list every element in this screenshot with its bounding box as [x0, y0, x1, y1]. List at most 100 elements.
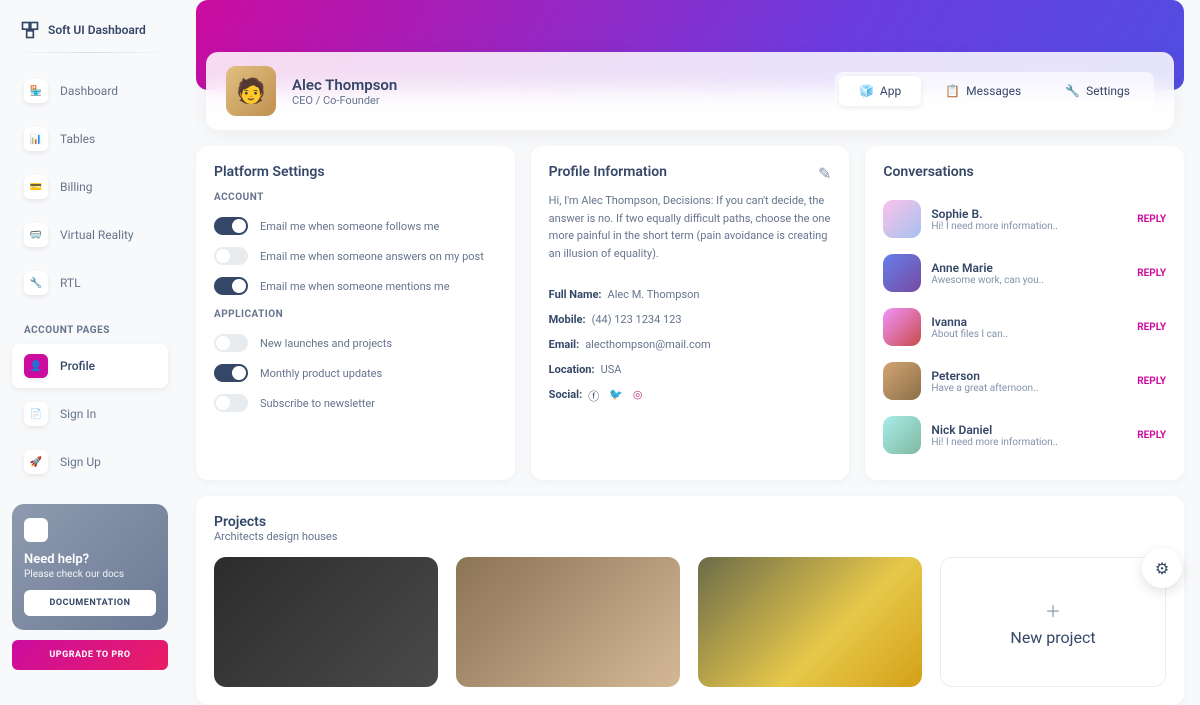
nav-label: Sign In [60, 407, 96, 421]
tab-label: Messages [966, 84, 1021, 98]
tab-settings[interactable]: 🔧Settings [1045, 76, 1150, 106]
toggle-newsletter[interactable] [214, 394, 248, 412]
card-icon: 💳 [24, 175, 48, 199]
banner: 🧑 Alec Thompson CEO / Co-Founder 🧊App 📋M… [196, 0, 1184, 90]
info-key: Mobile: [549, 313, 586, 326]
conv-msg: About files I can.. [931, 329, 1127, 340]
conversation-item: Sophie B.Hi! I need more information.. RE… [883, 192, 1166, 246]
profile-bio: Hi, I'm Alec Thompson, Decisions: If you… [549, 192, 832, 262]
avatar [883, 362, 921, 400]
setting-row: Email me when someone mentions me [214, 271, 497, 301]
twitter-icon[interactable]: 🐦 [609, 388, 623, 404]
toggle-mentions[interactable] [214, 277, 248, 295]
reply-button[interactable]: REPLY [1137, 376, 1166, 387]
project-thumbnail[interactable] [698, 557, 922, 687]
conversation-item: Nick DanielHi! I need more information..… [883, 408, 1166, 462]
info-val: (44) 123 1234 123 [592, 313, 682, 326]
subheader-account: ACCOUNT [214, 192, 497, 203]
profile-name: Alec Thompson [292, 76, 397, 94]
tab-app[interactable]: 🧊 App [839, 76, 921, 106]
nav-billing[interactable]: 💳Billing [12, 165, 168, 209]
card-title: Platform Settings [214, 164, 497, 180]
nav-label: Dashboard [60, 84, 118, 98]
shop-icon: 🏪 [24, 79, 48, 103]
nav-profile[interactable]: 👤 Profile [12, 344, 168, 388]
conv-name: Peterson [931, 369, 1127, 383]
setting-label: Email me when someone mentions me [260, 280, 450, 293]
conv-msg: Have a great afternoon.. [931, 383, 1127, 394]
toggle-updates[interactable] [214, 364, 248, 382]
projects-card: Projects Architects design houses ＋ New … [196, 496, 1184, 705]
instagram-icon[interactable]: ◎ [633, 388, 643, 404]
doc-icon: 📄 [24, 402, 48, 426]
project-thumbnail[interactable] [456, 557, 680, 687]
main: 🧑 Alec Thompson CEO / Co-Founder 🧊App 📋M… [180, 0, 1200, 705]
conv-name: Anne Marie [931, 261, 1127, 275]
info-key: Full Name: [549, 288, 602, 301]
subheader-application: APPLICATION [214, 309, 497, 320]
info-val: USA [601, 363, 622, 376]
reply-button[interactable]: REPLY [1137, 430, 1166, 441]
nav-label: RTL [60, 276, 81, 290]
social-links: ⓕ 🐦 ◎ [588, 388, 642, 404]
avatar [883, 416, 921, 454]
cards-row: Platform Settings ACCOUNT Email me when … [196, 146, 1184, 480]
setting-row: Email me when someone follows me [214, 211, 497, 241]
plus-icon: ＋ [1045, 598, 1061, 622]
reply-button[interactable]: REPLY [1137, 322, 1166, 333]
tab-messages[interactable]: 📋 Messages [925, 76, 1041, 106]
cube-icon: 🧊 [859, 84, 874, 98]
nav-rtl[interactable]: 🔧 RTL [12, 261, 168, 305]
nav-label: Profile [60, 359, 95, 373]
setting-row: Subscribe to newsletter [214, 388, 497, 418]
facebook-icon[interactable]: ⓕ [588, 388, 599, 404]
profile-tabs: 🧊 App 📋 Messages 🔧Settings [835, 72, 1154, 110]
conversation-item: IvannaAbout files I can..REPLY [883, 300, 1166, 354]
avatar [883, 200, 921, 238]
card-title: Profile Information [549, 164, 832, 180]
toggle-follows[interactable] [214, 217, 248, 235]
info-key: Email: [549, 338, 580, 351]
help-sub: Please check our docs [24, 569, 156, 580]
nav-label: Virtual Reality [60, 228, 134, 242]
conversation-item: Anne MarieAwesome work, can you..REPLY [883, 246, 1166, 300]
nav-tables[interactable]: 📊Tables [12, 117, 168, 161]
profile-info: Alec Thompson CEO / Co-Founder [292, 76, 397, 107]
card-title: Projects [214, 514, 1166, 530]
nav-section-header: ACCOUNT PAGES [12, 309, 168, 344]
profile-info-card: ✎ Profile Information Hi, I'm Alec Thomp… [531, 146, 850, 480]
tool-icon: 🔧 [24, 271, 48, 295]
profile-header: 🧑 Alec Thompson CEO / Co-Founder 🧊App 📋M… [206, 52, 1174, 130]
conv-name: Sophie B. [931, 207, 1127, 221]
nav-dashboard[interactable]: 🏪 Dashboard [12, 69, 168, 113]
reply-button[interactable]: REPLY [1137, 268, 1166, 279]
profile-role: CEO / Co-Founder [292, 94, 397, 107]
projects-sub: Architects design houses [214, 530, 1166, 543]
help-title: Need help? [24, 552, 156, 567]
settings-fab[interactable]: ⚙ [1142, 548, 1182, 588]
avatar [883, 308, 921, 346]
toggle-answers[interactable] [214, 247, 248, 265]
chart-icon: 📊 [24, 127, 48, 151]
toggle-launches[interactable] [214, 334, 248, 352]
message-icon: 📋 [945, 84, 960, 98]
edit-icon[interactable]: ✎ [818, 164, 831, 183]
setting-label: Monthly product updates [260, 367, 382, 380]
setting-label: Email me when someone answers on my post [260, 250, 484, 263]
rocket-icon: 🚀 [24, 450, 48, 474]
conv-msg: Hi! I need more information.. [931, 221, 1127, 232]
nav-signin[interactable]: 📄 Sign In [12, 392, 168, 436]
conversations-card: Conversations Sophie B.Hi! I need more i… [865, 146, 1184, 480]
nav-vr[interactable]: 🥽Virtual Reality [12, 213, 168, 257]
user-icon: 👤 [24, 354, 48, 378]
brand[interactable]: Soft UI Dashboard [12, 16, 168, 44]
info-val: Alec M. Thompson [608, 288, 700, 301]
info-key: Location: [549, 363, 595, 376]
tab-label: App [880, 84, 901, 98]
new-project-label: New project [1010, 628, 1095, 647]
nav-signup[interactable]: 🚀Sign Up [12, 440, 168, 484]
reply-button[interactable]: REPLY [1137, 214, 1166, 225]
project-thumbnail[interactable] [214, 557, 438, 687]
setting-label: Email me when someone follows me [260, 220, 439, 233]
new-project-button[interactable]: ＋ New project [940, 557, 1166, 687]
